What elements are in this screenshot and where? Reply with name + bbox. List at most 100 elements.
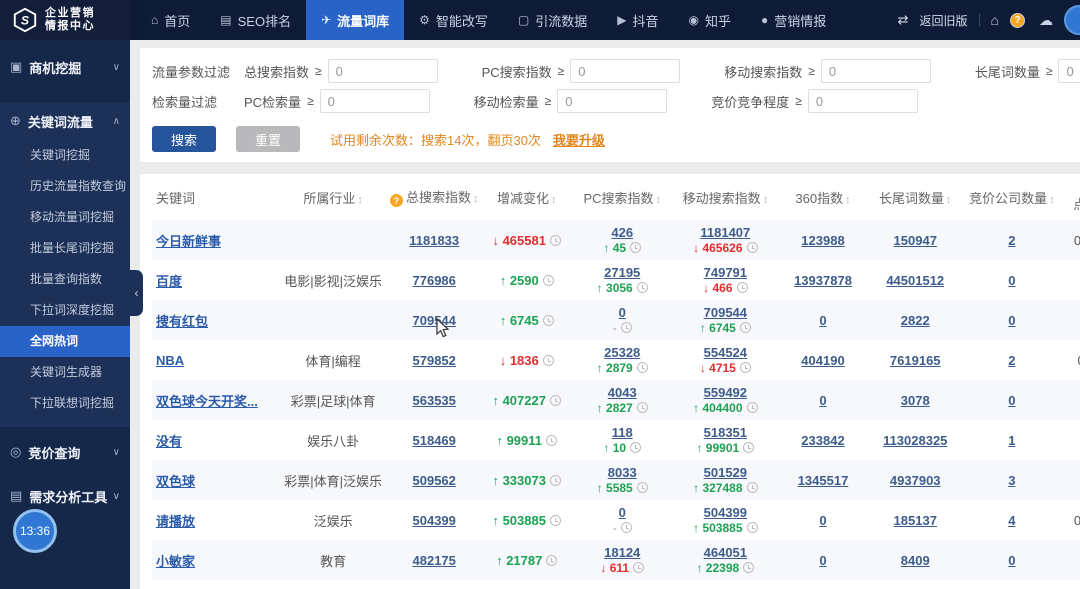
mobile-index-link[interactable]: 464051	[704, 545, 747, 560]
sort-icon[interactable]: ↕	[656, 194, 662, 206]
keyword-link[interactable]: NBA	[156, 353, 184, 368]
column-header-sem[interactable]: SEM点击价格↕	[1062, 174, 1080, 220]
index360-link[interactable]: 123988	[801, 233, 844, 248]
help-icon[interactable]: ?	[1010, 12, 1025, 28]
pc-index-link[interactable]: 4043	[608, 385, 637, 400]
bid-companies-link[interactable]: 4	[1008, 513, 1015, 528]
filter-移动搜索指数-input[interactable]	[820, 59, 931, 83]
nav-item-引流数据[interactable]: ▢ 引流数据	[503, 0, 602, 40]
mobile-index-link[interactable]: 749791	[704, 265, 747, 280]
index360-link[interactable]: 0	[819, 393, 826, 408]
longtail-link[interactable]: 8409	[901, 553, 930, 568]
sort-icon[interactable]: ↕	[946, 194, 952, 206]
column-header-pc[interactable]: PC搜索指数 ↕	[571, 174, 673, 220]
total-index-link[interactable]: 504399	[413, 513, 456, 528]
back-old-version-link[interactable]: 返回旧版	[920, 12, 968, 29]
column-header-companies[interactable]: 竞价公司数量 ↕	[962, 174, 1062, 220]
mobile-index-link[interactable]: 501529	[704, 465, 747, 480]
reset-button[interactable]: 重置	[236, 126, 300, 152]
sidebar-section-header-商机挖掘[interactable]: ▣ 商机挖掘 ∨	[0, 48, 130, 86]
total-index-link[interactable]: 579852	[413, 353, 456, 368]
sidebar-collapse-handle[interactable]: ‹	[130, 270, 143, 316]
keyword-link[interactable]: 请播放	[156, 514, 195, 529]
total-index-link[interactable]: 1181833	[409, 233, 459, 248]
index360-link[interactable]: 0	[819, 313, 826, 328]
longtail-link[interactable]: 3078	[901, 393, 930, 408]
sidebar-item-批量长尾词挖掘[interactable]: 批量长尾词挖掘	[0, 233, 130, 264]
index360-link[interactable]: 0	[819, 553, 826, 568]
bid-companies-link[interactable]: 1	[1008, 433, 1015, 448]
filter-移动检索量-input[interactable]	[557, 89, 668, 113]
sidebar-item-下拉词深度挖掘[interactable]: 下拉词深度挖掘	[0, 295, 130, 326]
pc-index-link[interactable]: 426	[611, 225, 633, 240]
mobile-index-link[interactable]: 554524	[704, 345, 747, 360]
sort-icon[interactable]: ↕	[763, 194, 769, 206]
bid-companies-link[interactable]: 0	[1008, 393, 1015, 408]
pc-index-link[interactable]: 8033	[608, 465, 637, 480]
bid-companies-link[interactable]: 0	[1008, 313, 1015, 328]
sidebar-item-移动流量词挖掘[interactable]: 移动流量词挖掘	[0, 202, 130, 233]
download-cloud-icon[interactable]: ☁	[1039, 12, 1053, 29]
keyword-link[interactable]: 没有	[156, 434, 182, 449]
longtail-link[interactable]: 44501512	[886, 273, 944, 288]
upgrade-link[interactable]: 我要升级	[553, 130, 605, 149]
total-index-link[interactable]: 709544	[413, 313, 456, 328]
bid-companies-link[interactable]: 0	[1008, 273, 1015, 288]
home-icon[interactable]: ⌂	[991, 12, 999, 28]
nav-item-抖音[interactable]: ▶ 抖音	[602, 0, 673, 40]
keyword-link[interactable]: 今日新鲜事	[156, 234, 221, 249]
mobile-index-link[interactable]: 709544	[704, 305, 747, 320]
pc-index-link[interactable]: 0	[619, 305, 626, 320]
pc-index-link[interactable]: 118	[612, 425, 633, 440]
mobile-index-link[interactable]: 1181407	[700, 225, 750, 240]
total-index-link[interactable]: 776986	[413, 273, 456, 288]
longtail-link[interactable]: 2822	[901, 313, 930, 328]
column-header-i360[interactable]: 360指数 ↕	[777, 174, 868, 220]
sidebar-item-批量查询指数[interactable]: 批量查询指数	[0, 264, 130, 295]
keyword-link[interactable]: 搜有红包	[156, 314, 208, 329]
sort-icon[interactable]: ↕	[1049, 194, 1055, 206]
pc-index-link[interactable]: 27195	[604, 265, 640, 280]
keyword-link[interactable]: 百度	[156, 274, 182, 289]
total-index-link[interactable]: 509562	[413, 473, 456, 488]
sidebar-item-关键词生成器[interactable]: 关键词生成器	[0, 357, 130, 388]
nav-item-SEO排名[interactable]: ▤ SEO排名	[205, 0, 306, 40]
app-logo[interactable]: S 企业营销 情报中心	[0, 0, 130, 40]
bid-companies-link[interactable]: 2	[1008, 233, 1015, 248]
total-index-link[interactable]: 563535	[413, 393, 456, 408]
column-header-industry[interactable]: 所属行业 ↕	[280, 174, 386, 220]
index360-link[interactable]: 404190	[801, 353, 844, 368]
sort-icon[interactable]: ↕	[473, 193, 479, 205]
filter-竞价竞争程度-input[interactable]	[807, 89, 918, 113]
nav-item-知乎[interactable]: ◉ 知乎	[674, 0, 747, 40]
column-header-mobile[interactable]: 移动搜索指数 ↕	[673, 174, 777, 220]
index360-link[interactable]: 13937878	[794, 273, 852, 288]
mobile-index-link[interactable]: 504399	[704, 505, 747, 520]
filter-PC检索量-input[interactable]	[319, 89, 430, 113]
sort-icon[interactable]: ↕	[551, 194, 557, 206]
sort-icon[interactable]: ↕	[845, 194, 851, 206]
bid-companies-link[interactable]: 3	[1008, 473, 1015, 488]
sidebar-section-header-竞价查询[interactable]: ◎ 竞价查询 ∨	[0, 433, 130, 471]
mobile-index-link[interactable]: 518351	[704, 425, 747, 440]
filter-总搜索指数-input[interactable]	[327, 59, 438, 83]
column-header-longtail[interactable]: 长尾词数量 ↕	[869, 174, 962, 220]
search-button[interactable]: 搜索	[152, 126, 216, 152]
mobile-index-link[interactable]: 559492	[704, 385, 747, 400]
nav-item-流量词库[interactable]: ✈ 流量词库	[306, 0, 405, 40]
bid-companies-link[interactable]: 0	[1008, 553, 1015, 568]
longtail-link[interactable]: 113028325	[883, 433, 947, 448]
help-icon[interactable]: ?	[389, 194, 403, 208]
timer-bubble[interactable]: 13:36	[13, 509, 57, 553]
user-avatar[interactable]	[1064, 5, 1080, 35]
column-header-change[interactable]: 增减变化 ↕	[482, 174, 571, 220]
filter-长尾词数量-input[interactable]	[1058, 59, 1080, 83]
keyword-link[interactable]: 小敏家	[156, 554, 195, 569]
sidebar-item-关键词挖掘[interactable]: 关键词挖掘	[0, 140, 130, 171]
longtail-link[interactable]: 7619165	[890, 353, 941, 368]
nav-item-营销情报[interactable]: ● 营销情报	[746, 0, 841, 40]
filter-PC搜索指数-input[interactable]	[570, 59, 681, 83]
pc-index-link[interactable]: 25328	[604, 345, 640, 360]
sidebar-item-历史流量指数查询[interactable]: 历史流量指数查询	[0, 171, 130, 202]
keyword-link[interactable]: 双色球	[156, 474, 195, 489]
